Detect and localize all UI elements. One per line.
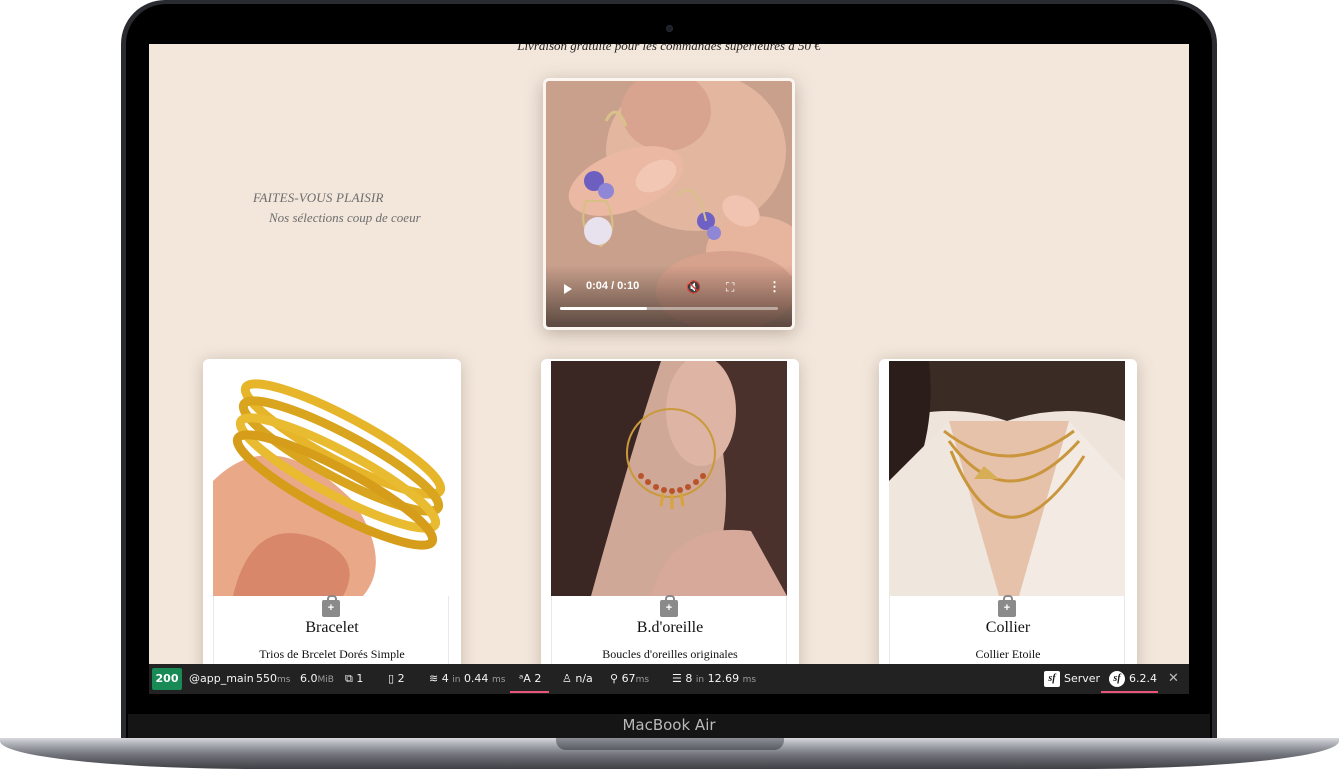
mute-icon[interactable]: 🔇 bbox=[686, 280, 701, 294]
product-card-necklace[interactable]: + Collier Collier Etoile bbox=[879, 359, 1137, 679]
user-icon: ♙ bbox=[562, 672, 576, 685]
video-progress[interactable] bbox=[560, 307, 778, 310]
cache-panel[interactable]: ≋ 4 in 0.44 ms bbox=[429, 664, 505, 694]
browser-viewport: Livraison gratuite pour les commandes su… bbox=[149, 44, 1189, 694]
video-progress-fill bbox=[560, 307, 648, 310]
symfony-logo-icon: sf bbox=[1109, 671, 1125, 687]
translation-icon: ᵃA bbox=[519, 672, 535, 685]
product-description: Collier Etoile bbox=[975, 647, 1041, 661]
product-image[interactable] bbox=[889, 361, 1125, 596]
database-panel[interactable]: ☰ 8 in 12.69 ms bbox=[672, 664, 756, 694]
events-panel[interactable]: ⚲ 67ms bbox=[610, 664, 649, 694]
product-name[interactable]: Bracelet bbox=[203, 619, 461, 637]
fullscreen-icon[interactable]: ⛶ bbox=[726, 280, 734, 295]
debug-toolbar: 200 @app_main 550ms 6.0MiB ⧉ 1 ▯ 2 ≋ 4 i… bbox=[149, 664, 1189, 694]
laptop-hinge-notch bbox=[556, 738, 784, 750]
translation-count: 2 bbox=[534, 672, 542, 685]
forms-count: 1 bbox=[356, 672, 364, 685]
product-description: Trios de Brcelet Dorés Simple bbox=[259, 647, 405, 661]
symfony-logo-icon: sf bbox=[1044, 671, 1060, 687]
product-image[interactable] bbox=[551, 361, 787, 596]
status-code-badge[interactable]: 200 bbox=[152, 668, 182, 690]
db-in: in bbox=[695, 675, 705, 685]
memory-usage[interactable]: 6.0MiB bbox=[300, 664, 334, 694]
device-label: MacBook Air bbox=[622, 716, 716, 734]
template-icon: ▯ bbox=[388, 672, 398, 685]
tagline-title: FAITES-VOUS PLAISIR bbox=[253, 190, 384, 205]
events-icon: ⚲ bbox=[610, 672, 622, 685]
version-label: 6.2.4 bbox=[1129, 672, 1157, 685]
server-panel[interactable]: sf Server bbox=[1044, 664, 1100, 694]
translation-active-indicator bbox=[510, 691, 549, 693]
cache-value: 4 bbox=[441, 672, 449, 685]
free-shipping-banner: Livraison gratuite pour les commandes su… bbox=[517, 44, 821, 53]
tagline-subtitle: Nos sélections coup de coeur bbox=[269, 210, 421, 225]
server-label: Server bbox=[1064, 672, 1101, 685]
symfony-version[interactable]: sf 6.2.4 bbox=[1109, 664, 1157, 694]
forms-icon: ⧉ bbox=[345, 672, 357, 685]
cache-unit: ms bbox=[491, 675, 506, 685]
events-unit: ms bbox=[635, 675, 650, 685]
translation-panel[interactable]: ᵃA 2 bbox=[519, 664, 541, 694]
version-active-indicator bbox=[1101, 691, 1158, 693]
cache-time: 0.44 bbox=[463, 672, 489, 685]
product-image[interactable] bbox=[213, 361, 449, 596]
camera-icon bbox=[666, 25, 673, 32]
memory-unit: MiB bbox=[317, 675, 334, 685]
request-time-value: 550 bbox=[256, 672, 277, 685]
memory-value: 6.0 bbox=[300, 672, 318, 685]
route-name[interactable]: @app_main bbox=[189, 664, 254, 694]
request-time[interactable]: 550ms bbox=[256, 664, 290, 694]
product-card-earrings[interactable]: + B.d'oreille Boucles d'oreilles origina… bbox=[541, 359, 799, 679]
shopping-bag-plus-icon[interactable]: + bbox=[660, 595, 678, 617]
request-time-unit: ms bbox=[277, 675, 291, 685]
close-icon[interactable]: ✕ bbox=[1168, 664, 1179, 694]
twig-count: 2 bbox=[397, 672, 405, 685]
events-value: 67 bbox=[621, 672, 636, 685]
forms-panel[interactable]: ⧉ 1 bbox=[345, 664, 363, 694]
product-card-bracelet[interactable]: + Bracelet Trios de Brcelet Dorés Simple bbox=[203, 359, 461, 679]
play-icon[interactable] bbox=[564, 284, 572, 294]
twig-panel[interactable]: ▯ 2 bbox=[388, 664, 405, 694]
video-controls bbox=[546, 265, 792, 327]
db-value: 8 bbox=[685, 672, 693, 685]
product-name[interactable]: B.d'oreille bbox=[541, 619, 799, 637]
security-panel[interactable]: ♙ n/a bbox=[562, 664, 593, 694]
tagline: FAITES-VOUS PLAISIR Nos sélections coup … bbox=[253, 190, 421, 226]
more-options-icon[interactable]: ⋮ bbox=[768, 279, 781, 295]
database-icon: ☰ bbox=[672, 672, 686, 685]
shopping-bag-plus-icon[interactable]: + bbox=[998, 595, 1016, 617]
video-time: 0:04 / 0:10 bbox=[586, 280, 640, 292]
product-video[interactable]: 0:04 / 0:10 🔇 ⛶ ⋮ bbox=[543, 78, 795, 330]
user-value: n/a bbox=[575, 672, 593, 685]
cache-icon: ≋ bbox=[429, 672, 442, 685]
db-time: 12.69 bbox=[707, 672, 740, 685]
cache-in: in bbox=[452, 675, 461, 685]
shopping-bag-plus-icon[interactable]: + bbox=[322, 595, 340, 617]
product-description: Boucles d'oreilles originales bbox=[602, 647, 738, 661]
product-name[interactable]: Collier bbox=[879, 619, 1137, 637]
db-unit: ms bbox=[742, 675, 757, 685]
